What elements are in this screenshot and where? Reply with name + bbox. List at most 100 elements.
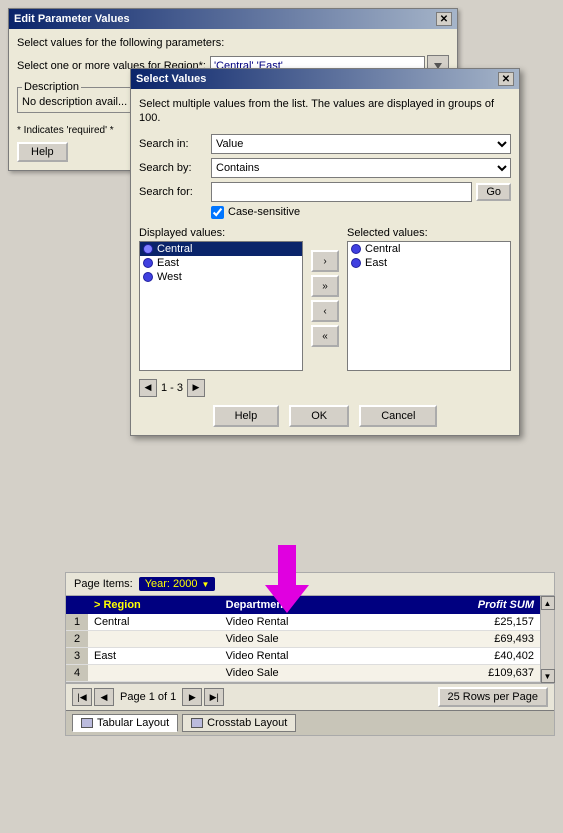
search-for-row: Search for: Go (139, 182, 511, 202)
list-item[interactable]: West (140, 270, 302, 284)
sv-pagination: ◀ 1 - 3 ▶ (139, 379, 511, 397)
page-label: Page 1 of 1 (120, 691, 176, 703)
move-left-button[interactable]: ‹ (311, 300, 339, 322)
case-sensitive-row: Case-sensitive (139, 206, 511, 219)
edit-param-title: Edit Parameter Values (14, 13, 130, 25)
page-info: 1 - 3 (161, 382, 183, 394)
select-values-close-button[interactable]: ✕ (498, 72, 514, 86)
list-item[interactable]: Central (140, 242, 302, 256)
sv-buttons: Help OK Cancel (139, 405, 511, 427)
cell-region: Central (88, 614, 220, 631)
page-items-label: Page Items: (74, 578, 133, 590)
bullet-icon (143, 258, 153, 268)
selected-values-list: Central East (347, 241, 511, 371)
edit-param-instructions: Select values for the following paramete… (17, 37, 449, 49)
rows-per-page-button[interactable]: 25 Rows per Page (438, 687, 549, 707)
selected-values-label: Selected values: (347, 227, 511, 239)
go-button[interactable]: Go (476, 183, 511, 201)
dropdown-arrow-icon: ▼ (202, 580, 210, 589)
scrollbar-down-button[interactable]: ▼ (541, 669, 555, 683)
tab-tabular-layout[interactable]: Tabular Layout (72, 714, 178, 732)
col-region: > Region (88, 596, 220, 614)
list-item[interactable]: East (348, 256, 510, 270)
sv-ok-button[interactable]: OK (289, 405, 349, 427)
bullet-icon (351, 244, 361, 254)
page-next-button[interactable]: ▶ (187, 379, 205, 397)
nav-buttons: |◀ ◀ Page 1 of 1 ▶ ▶| (72, 688, 224, 706)
search-in-label: Search in: (139, 138, 211, 150)
col-expand (66, 596, 88, 614)
cell-dept: Video Sale (220, 631, 388, 648)
sv-help-button[interactable]: Help (213, 405, 280, 427)
scrollbar-up-button[interactable]: ▲ (541, 596, 555, 610)
edit-param-help-button[interactable]: Help (17, 142, 68, 162)
transfer-buttons: › » ‹ « (307, 227, 343, 371)
cell-dept: Video Rental (220, 614, 388, 631)
cell-profit: £40,402 (387, 648, 540, 665)
sv-instructions: Select multiple values from the list. Th… (139, 97, 511, 126)
bullet-icon (351, 258, 361, 268)
nav-prev-button[interactable]: ◀ (94, 688, 114, 706)
table-row: 2 Video Sale £69,493 (66, 631, 540, 648)
table-row: 3 East Video Rental £40,402 (66, 648, 540, 665)
search-for-label: Search for: (139, 186, 211, 198)
cell-region (88, 665, 220, 682)
report-area: Page Items: Year: 2000 ▼ > Region Depart… (65, 572, 555, 736)
table-scrollbar: ▲ ▼ (540, 596, 554, 683)
select-values-title: Select Values (136, 73, 206, 85)
case-sensitive-label: Case-sensitive (228, 206, 300, 218)
layout-tabs: Tabular Layout Crosstab Layout (66, 710, 554, 735)
cell-profit: £25,157 (387, 614, 540, 631)
cell-dept: Video Rental (220, 648, 388, 665)
select-values-dialog: Select Values ✕ Select multiple values f… (130, 68, 520, 436)
tab-tabular-label: Tabular Layout (97, 717, 169, 729)
row-num: 3 (66, 648, 88, 665)
nav-last-button[interactable]: ▶| (204, 688, 224, 706)
tabular-layout-icon (81, 718, 93, 728)
case-sensitive-checkbox[interactable] (211, 206, 224, 219)
edit-param-titlebar: Edit Parameter Values ✕ (9, 9, 457, 29)
tab-crosstab-layout[interactable]: Crosstab Layout (182, 714, 296, 732)
row-num: 1 (66, 614, 88, 631)
nav-first-button[interactable]: |◀ (72, 688, 92, 706)
cell-region (88, 631, 220, 648)
cell-profit: £69,493 (387, 631, 540, 648)
table-row: 4 Video Sale £109,637 (66, 665, 540, 682)
nav-next-button[interactable]: ▶ (182, 688, 202, 706)
displayed-values-label: Displayed values: (139, 227, 303, 239)
arrow-indicator (265, 545, 309, 613)
bullet-icon (143, 244, 153, 254)
cell-region: East (88, 648, 220, 665)
sv-cancel-button[interactable]: Cancel (359, 405, 437, 427)
search-by-row: Search by: Contains (139, 158, 511, 178)
year-badge-text: Year: 2000 (145, 578, 198, 590)
lists-area: Displayed values: Central East West (139, 227, 511, 371)
move-all-left-button[interactable]: « (311, 325, 339, 347)
move-all-right-button[interactable]: » (311, 275, 339, 297)
displayed-values-section: Displayed values: Central East West (139, 227, 303, 371)
arrow-head (265, 585, 309, 613)
select-values-titlebar: Select Values ✕ (131, 69, 519, 89)
row-num: 4 (66, 665, 88, 682)
cell-dept: Video Sale (220, 665, 388, 682)
list-item[interactable]: Central (348, 242, 510, 256)
search-by-label: Search by: (139, 162, 211, 174)
bullet-icon (143, 272, 153, 282)
list-item[interactable]: East (140, 256, 302, 270)
page-items-bar: Page Items: Year: 2000 ▼ (66, 573, 554, 596)
year-badge[interactable]: Year: 2000 ▼ (139, 577, 216, 591)
search-in-select[interactable]: Value (211, 134, 511, 154)
description-legend: Description (22, 81, 81, 93)
cell-profit: £109,637 (387, 665, 540, 682)
search-in-row: Search in: Value (139, 134, 511, 154)
col-profit: Profit SUM (387, 596, 540, 614)
arrow-shaft (278, 545, 296, 585)
tab-crosstab-label: Crosstab Layout (207, 717, 287, 729)
search-by-select[interactable]: Contains (211, 158, 511, 178)
page-prev-button[interactable]: ◀ (139, 379, 157, 397)
move-right-button[interactable]: › (311, 250, 339, 272)
edit-param-close-button[interactable]: ✕ (436, 12, 452, 26)
table-row: 1 Central Video Rental £25,157 (66, 614, 540, 631)
search-for-input[interactable] (211, 182, 472, 202)
displayed-values-list: Central East West (139, 241, 303, 371)
